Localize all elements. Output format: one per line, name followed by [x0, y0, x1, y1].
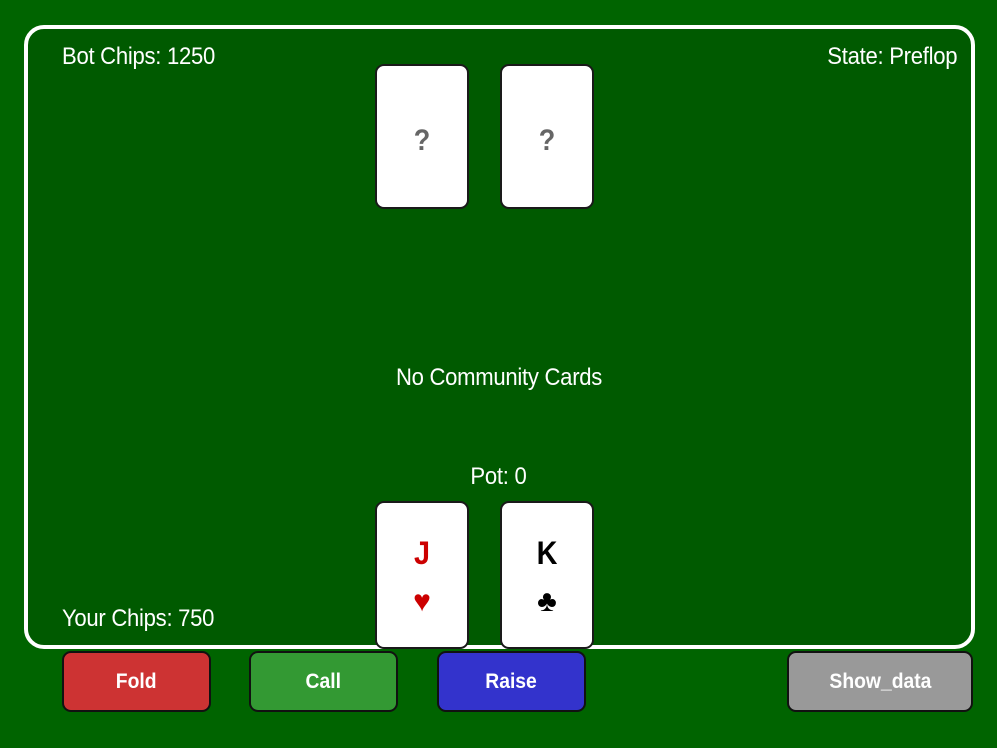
- pot-label: Pot: 0: [470, 463, 527, 490]
- bot-card-1: ?: [375, 64, 469, 209]
- card-rank: K: [536, 535, 558, 571]
- bot-card-2: ?: [500, 64, 594, 209]
- club-suit-icon: ♣: [537, 585, 557, 618]
- player-card-2: K ♣: [500, 501, 594, 649]
- player-card-1: J ♥: [375, 501, 469, 649]
- bot-chips-label: Bot Chips: 1250: [62, 43, 215, 70]
- call-button[interactable]: Call: [249, 651, 398, 712]
- your-chips-label: Your Chips: 750: [62, 605, 215, 632]
- community-cards-label: No Community Cards: [395, 364, 602, 391]
- fold-button[interactable]: Fold: [62, 651, 211, 712]
- raise-button[interactable]: Raise: [437, 651, 586, 712]
- hidden-card-mark: ?: [413, 124, 431, 157]
- card-rank: J: [413, 535, 431, 571]
- game-state-label: State: Preflop: [827, 43, 957, 70]
- hidden-card-mark: ?: [538, 124, 556, 157]
- show-data-button[interactable]: Show_data: [787, 651, 973, 712]
- heart-suit-icon: ♥: [413, 585, 431, 618]
